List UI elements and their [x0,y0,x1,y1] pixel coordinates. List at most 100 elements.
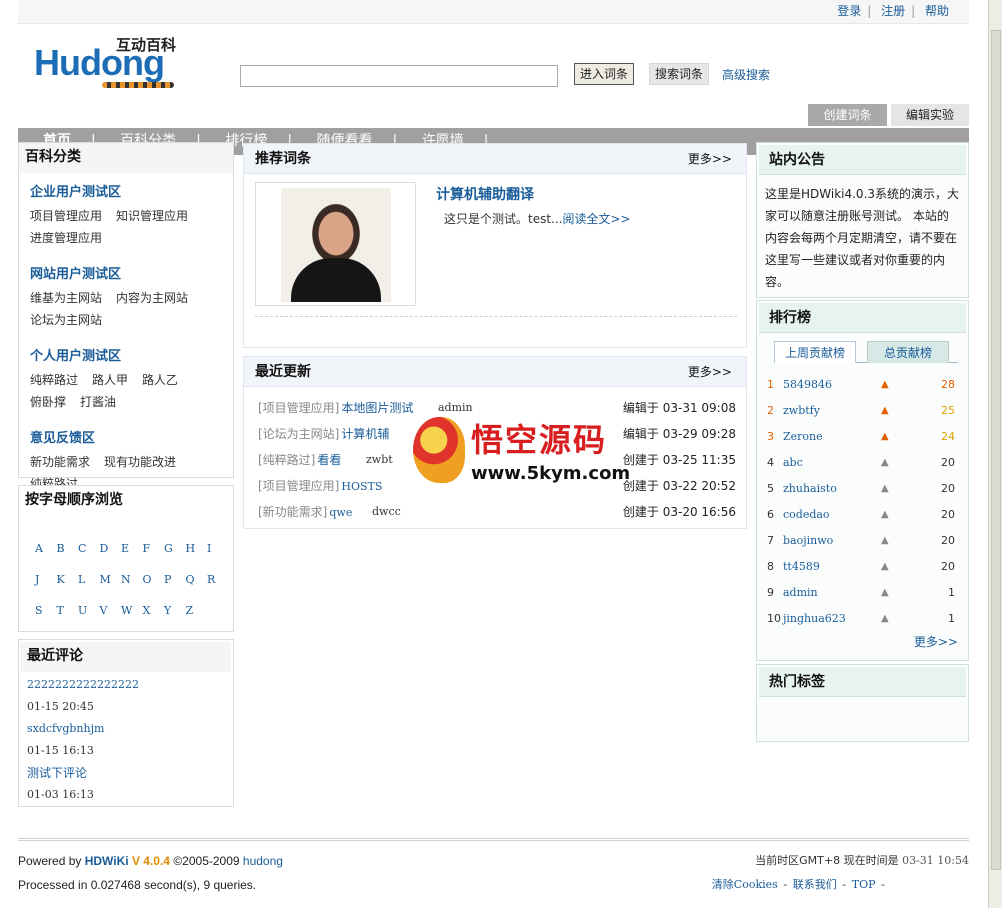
rank-user[interactable]: jinghua623 [783,609,846,629]
rank-user[interactable]: abc [783,453,803,473]
category-item[interactable]: 项目管理应用 [30,209,102,223]
top-link[interactable]: TOP [852,878,876,891]
update-user[interactable]: dwcc [372,502,401,522]
recommend-entry-title[interactable]: 计算机辅助翻译 [436,184,534,204]
rank-user[interactable]: zwbtfy [783,401,820,421]
update-title[interactable]: 看看 [317,453,341,467]
tab-weekly[interactable]: 上周贡献榜 [774,341,856,363]
letter-link[interactable]: F [143,542,165,555]
letter-link[interactable]: V [100,604,122,617]
hdwiki-link[interactable]: HDWiKi [85,854,129,868]
category-item[interactable]: 新功能需求 [30,455,90,469]
letter-link[interactable]: B [57,542,79,555]
category-group-title[interactable]: 网站用户测试区 [30,263,233,282]
category-group-title[interactable]: 意见反馈区 [30,427,233,446]
category-item[interactable]: 论坛为主网站 [30,313,102,327]
category-item[interactable]: 维基为主网站 [30,291,102,305]
update-title[interactable]: qwe [329,506,352,519]
ranking-row: 6 codedao ▲ 20 [767,505,955,525]
update-category[interactable]: [论坛为主网站] [258,427,339,441]
rank-user[interactable]: tt4589 [783,557,820,577]
recommend-more-link[interactable]: 更多>> [688,144,732,174]
letter-link[interactable]: D [100,542,122,555]
read-more-link[interactable]: 阅读全文>> [563,212,631,226]
letter-link[interactable]: K [57,573,79,586]
hudong-link[interactable]: hudong [243,854,283,868]
letter-link[interactable]: A [35,542,57,555]
update-title[interactable]: 本地图片测试 [341,401,413,415]
letter-link[interactable]: G [164,542,186,555]
update-title[interactable]: 计算机辅 [341,427,389,441]
entry-photo[interactable] [281,188,391,302]
category-item[interactable]: 俯卧撑 [30,395,66,409]
login-link[interactable]: 登录 [837,4,861,18]
copyright: ©2005-2009 [173,854,240,868]
letter-link[interactable]: S [35,604,57,617]
letter-link[interactable]: T [57,604,79,617]
category-item[interactable]: 进度管理应用 [30,231,102,245]
rank-score: 20 [941,456,955,469]
rank-user[interactable]: baojinwo [783,531,833,551]
rank-user[interactable]: admin [783,583,818,603]
letter-link[interactable]: H [186,542,208,555]
ranking-more-link[interactable]: 更多>> [914,633,958,650]
enter-entry-button[interactable]: 进入词条 [574,63,635,85]
comment-link[interactable]: 2222222222222222 [27,674,233,696]
monkey-mascot-icon [413,417,465,483]
entry-photo-frame[interactable] [255,182,416,306]
update-category[interactable]: [项目管理应用] [258,401,339,415]
category-item[interactable]: 现有功能改进 [104,455,176,469]
comment-link[interactable]: 测试下评论 [27,762,233,784]
help-link[interactable]: 帮助 [925,4,949,18]
letter-link[interactable]: I [207,542,229,555]
advanced-search-link[interactable]: 高级搜索 [722,66,770,84]
create-entry-button[interactable]: 创建词条 [808,104,887,126]
letter-link[interactable]: L [78,573,100,586]
edit-lab-button[interactable]: 编辑实验 [891,104,969,126]
letter-link[interactable]: X [143,604,165,617]
rank-user[interactable]: Zerone [783,427,823,447]
letter-link[interactable]: M [100,573,122,586]
update-title[interactable]: HOSTS [341,480,382,493]
register-link[interactable]: 注册 [881,4,905,18]
rank-user[interactable]: zhuhaisto [783,479,837,499]
letter-link[interactable]: C [78,542,100,555]
letter-link[interactable]: R [207,573,229,586]
letter-link[interactable]: W [121,604,143,617]
rank-user[interactable]: 5849846 [783,375,832,395]
clear-cookies-link[interactable]: 清除Cookies [712,878,778,891]
update-category[interactable]: [项目管理应用] [258,479,339,493]
letter-link[interactable]: P [164,573,186,586]
search-input[interactable] [240,65,558,87]
updates-more-link[interactable]: 更多>> [688,357,732,387]
contact-link[interactable]: 联系我们 [793,878,837,891]
category-item[interactable]: 打酱油 [80,395,116,409]
letter-link[interactable]: Q [186,573,208,586]
photo-figure [291,258,381,302]
scrollbar-thumb[interactable] [991,30,1001,870]
letter-link[interactable]: Y [164,604,186,617]
tab-total[interactable]: 总贡献榜 [867,341,949,363]
update-category[interactable]: [纯粹路过] [258,453,315,467]
category-item[interactable]: 路人乙 [142,373,178,387]
letter-link[interactable]: N [121,573,143,586]
category-group-title[interactable]: 企业用户测试区 [30,181,233,200]
category-item[interactable]: 内容为主网站 [116,291,188,305]
vertical-scrollbar[interactable] [988,0,1002,908]
letter-link[interactable]: E [121,542,143,555]
hudong-logo[interactable]: 互动百科 Hudong [34,34,184,96]
search-entry-button[interactable]: 搜索词条 [649,63,710,85]
update-user[interactable]: zwbt [366,450,393,470]
letter-link[interactable]: J [35,573,57,586]
comment-link[interactable]: sxdcfvgbnhjm [27,718,233,740]
update-category[interactable]: [新功能需求] [258,505,327,519]
category-item[interactable]: 纯粹路过 [30,373,78,387]
category-group-title[interactable]: 个人用户测试区 [30,345,233,364]
category-item[interactable]: 知识管理应用 [116,209,188,223]
letter-link[interactable]: Z [186,604,208,617]
letter-link[interactable]: O [143,573,165,586]
arrow-up-icon: ▲ [881,613,889,624]
category-item[interactable]: 路人甲 [92,373,128,387]
letter-link[interactable]: U [78,604,100,617]
rank-user[interactable]: codedao [783,505,830,525]
